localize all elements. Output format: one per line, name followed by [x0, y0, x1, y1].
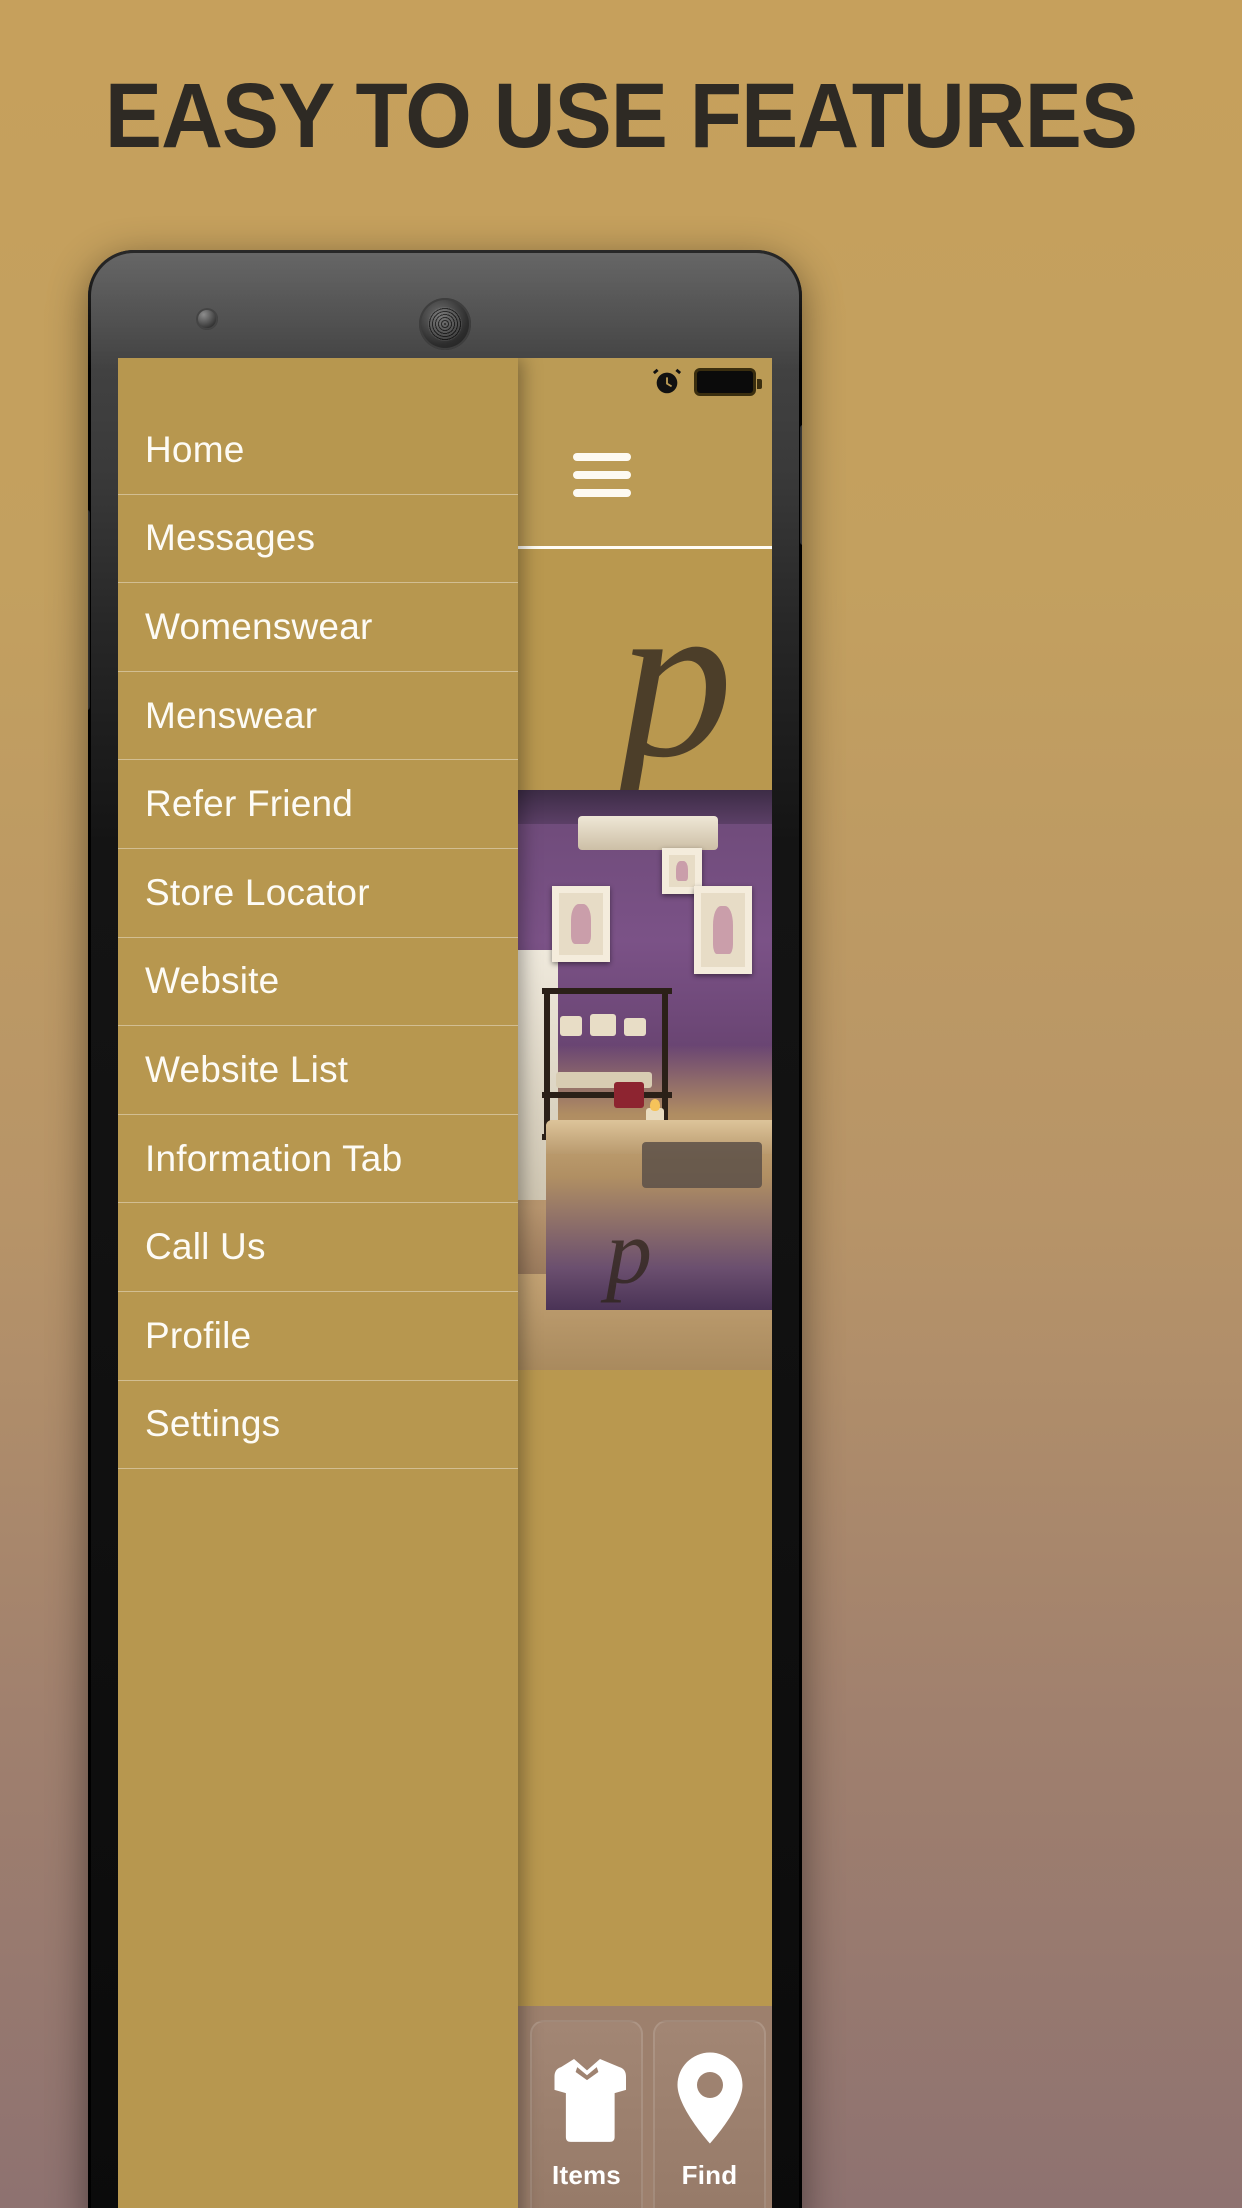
drawer-item-profile[interactable]: Profile: [118, 1292, 518, 1381]
tab-items[interactable]: Items: [530, 2020, 643, 2208]
drawer-item-home[interactable]: Home: [118, 406, 518, 495]
drawer-item-refer-friend[interactable]: Refer Friend: [118, 760, 518, 849]
promo-screenshot: EASY TO USE FEATURES p p Items Find Home…: [0, 0, 1242, 2208]
volume-button[interactable]: [88, 510, 90, 710]
tab-label: Find: [681, 2160, 738, 2190]
top-bar-divider: [518, 546, 772, 549]
battery-full-icon: [694, 368, 762, 396]
earpiece-speaker: [419, 298, 471, 350]
power-button[interactable]: [800, 425, 802, 545]
drawer-item-store-locator[interactable]: Store Locator: [118, 849, 518, 938]
drawer-item-womenswear[interactable]: Womenswear: [118, 583, 518, 672]
phone-screen: p p Items Find Home Messages Womenswear …: [118, 358, 772, 2208]
drawer-item-call-us[interactable]: Call Us: [118, 1203, 518, 1292]
tab-label: Items: [552, 2160, 621, 2190]
bottom-tab-bar: Items Find: [518, 2006, 772, 2208]
location-pin-icon: [677, 2052, 742, 2144]
page-title: EASY TO USE FEATURES: [104, 65, 1138, 167]
phone-device-frame: p p Items Find Home Messages Womenswear …: [88, 250, 802, 2208]
navigation-drawer: Home Messages Womenswear Menswear Refer …: [118, 358, 518, 2208]
store-photo: p: [518, 790, 772, 1370]
front-camera-icon: [196, 308, 218, 330]
drawer-item-website-list[interactable]: Website List: [118, 1026, 518, 1115]
drawer-item-website[interactable]: Website: [118, 938, 518, 1027]
drawer-item-information-tab[interactable]: Information Tab: [118, 1115, 518, 1204]
drawer-item-messages[interactable]: Messages: [118, 495, 518, 584]
drawer-item-menswear[interactable]: Menswear: [118, 672, 518, 761]
alarm-clock-icon: [652, 368, 682, 394]
hamburger-menu-icon[interactable]: [573, 453, 631, 497]
brand-logo: p: [618, 550, 733, 805]
status-bar-right: [652, 358, 762, 406]
drawer-item-settings[interactable]: Settings: [118, 1381, 518, 1470]
drawer-menu-list: Home Messages Womenswear Menswear Refer …: [118, 406, 518, 1470]
shirt-icon: [554, 2059, 626, 2142]
tab-find[interactable]: Find: [653, 2020, 766, 2208]
